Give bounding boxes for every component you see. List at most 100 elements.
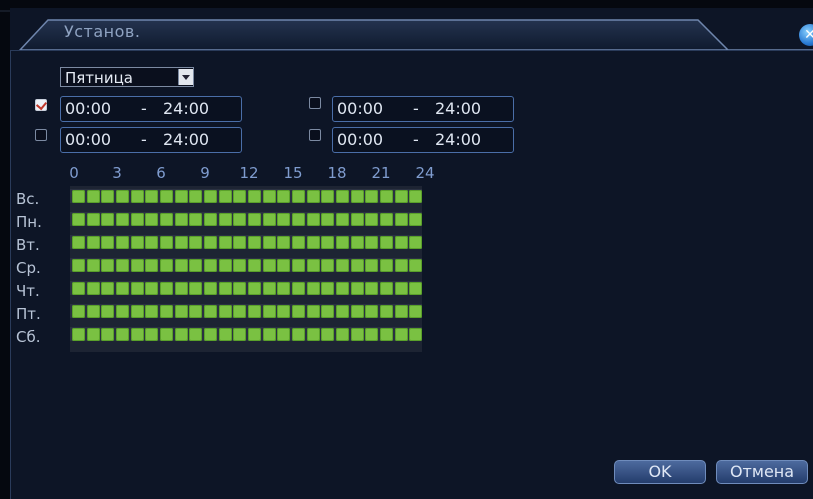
- schedule-slot[interactable]: [307, 259, 320, 272]
- schedule-slot[interactable]: [145, 236, 158, 249]
- schedule-slot[interactable]: [409, 328, 422, 341]
- schedule-slot[interactable]: [365, 282, 378, 295]
- schedule-slot[interactable]: [72, 190, 85, 203]
- schedule-slot[interactable]: [336, 236, 349, 249]
- schedule-slot[interactable]: [145, 282, 158, 295]
- schedule-slot[interactable]: [307, 305, 320, 318]
- schedule-slot[interactable]: [175, 328, 188, 341]
- period-3-start[interactable]: 00:00: [337, 97, 383, 121]
- schedule-slot[interactable]: [380, 190, 393, 203]
- schedule-slot[interactable]: [160, 190, 173, 203]
- schedule-slot[interactable]: [351, 328, 364, 341]
- schedule-slot[interactable]: [277, 282, 290, 295]
- schedule-slot[interactable]: [204, 213, 217, 226]
- schedule-slot[interactable]: [248, 282, 261, 295]
- schedule-slot[interactable]: [101, 190, 114, 203]
- schedule-slot[interactable]: [131, 282, 144, 295]
- schedule-slot[interactable]: [87, 236, 100, 249]
- schedule-slot[interactable]: [365, 236, 378, 249]
- schedule-slot[interactable]: [145, 213, 158, 226]
- schedule-slot[interactable]: [233, 328, 246, 341]
- schedule-slot[interactable]: [116, 213, 129, 226]
- schedule-slot[interactable]: [219, 328, 232, 341]
- schedule-slot[interactable]: [204, 259, 217, 272]
- ok-button[interactable]: OK: [614, 460, 706, 484]
- schedule-slot[interactable]: [263, 282, 276, 295]
- schedule-slot[interactable]: [189, 236, 202, 249]
- schedule-slot[interactable]: [277, 305, 290, 318]
- schedule-slot[interactable]: [380, 236, 393, 249]
- schedule-slot[interactable]: [395, 236, 408, 249]
- schedule-slot[interactable]: [248, 305, 261, 318]
- schedule-slot[interactable]: [101, 305, 114, 318]
- schedule-slot[interactable]: [233, 213, 246, 226]
- schedule-slot[interactable]: [101, 259, 114, 272]
- schedule-slot[interactable]: [87, 259, 100, 272]
- schedule-slot[interactable]: [219, 305, 232, 318]
- schedule-slot[interactable]: [336, 282, 349, 295]
- schedule-slot[interactable]: [307, 328, 320, 341]
- schedule-slot[interactable]: [277, 190, 290, 203]
- schedule-slot[interactable]: [160, 282, 173, 295]
- schedule-slot[interactable]: [409, 305, 422, 318]
- period-4-time-range[interactable]: 00:00 - 24:00: [332, 127, 514, 153]
- schedule-slot[interactable]: [409, 236, 422, 249]
- schedule-slot[interactable]: [160, 259, 173, 272]
- schedule-slot[interactable]: [292, 305, 305, 318]
- schedule-slot[interactable]: [72, 213, 85, 226]
- schedule-slot[interactable]: [277, 213, 290, 226]
- period-2-end[interactable]: 24:00: [163, 128, 209, 152]
- period-4-checkbox[interactable]: [309, 129, 321, 141]
- schedule-slot[interactable]: [145, 259, 158, 272]
- schedule-slot[interactable]: [87, 190, 100, 203]
- schedule-slot[interactable]: [351, 190, 364, 203]
- schedule-slot[interactable]: [395, 328, 408, 341]
- chevron-down-icon[interactable]: [178, 69, 193, 85]
- schedule-slot[interactable]: [292, 190, 305, 203]
- schedule-slot[interactable]: [277, 236, 290, 249]
- schedule-slot[interactable]: [248, 190, 261, 203]
- schedule-slot[interactable]: [351, 305, 364, 318]
- schedule-slot[interactable]: [189, 305, 202, 318]
- schedule-slot[interactable]: [116, 305, 129, 318]
- schedule-slot[interactable]: [307, 213, 320, 226]
- schedule-slot[interactable]: [116, 190, 129, 203]
- schedule-slot[interactable]: [116, 328, 129, 341]
- schedule-slot[interactable]: [380, 328, 393, 341]
- schedule-slot[interactable]: [263, 305, 276, 318]
- schedule-slot[interactable]: [204, 190, 217, 203]
- schedule-slot[interactable]: [233, 305, 246, 318]
- schedule-slot[interactable]: [336, 213, 349, 226]
- schedule-slot[interactable]: [292, 328, 305, 341]
- schedule-slot[interactable]: [189, 259, 202, 272]
- schedule-slot[interactable]: [321, 259, 334, 272]
- schedule-slot[interactable]: [365, 328, 378, 341]
- schedule-slot[interactable]: [321, 328, 334, 341]
- schedule-slot[interactable]: [263, 259, 276, 272]
- schedule-slot[interactable]: [395, 259, 408, 272]
- schedule-slot[interactable]: [409, 190, 422, 203]
- schedule-slot[interactable]: [292, 282, 305, 295]
- schedule-slot[interactable]: [292, 213, 305, 226]
- schedule-slot[interactable]: [131, 305, 144, 318]
- period-4-start[interactable]: 00:00: [337, 128, 383, 152]
- schedule-slot[interactable]: [101, 328, 114, 341]
- schedule-slot[interactable]: [87, 282, 100, 295]
- schedule-slot[interactable]: [204, 328, 217, 341]
- schedule-slot[interactable]: [395, 190, 408, 203]
- schedule-slot[interactable]: [175, 305, 188, 318]
- schedule-slot[interactable]: [219, 236, 232, 249]
- schedule-slot[interactable]: [321, 236, 334, 249]
- schedule-slot[interactable]: [380, 305, 393, 318]
- schedule-slot[interactable]: [321, 213, 334, 226]
- schedule-slot[interactable]: [321, 282, 334, 295]
- schedule-slot[interactable]: [219, 259, 232, 272]
- schedule-slot[interactable]: [233, 236, 246, 249]
- schedule-slot[interactable]: [263, 236, 276, 249]
- period-2-start[interactable]: 00:00: [65, 128, 111, 152]
- schedule-slot[interactable]: [336, 328, 349, 341]
- schedule-slot[interactable]: [175, 259, 188, 272]
- schedule-slot[interactable]: [189, 213, 202, 226]
- period-3-time-range[interactable]: 00:00 - 24:00: [332, 96, 514, 122]
- schedule-slot[interactable]: [248, 236, 261, 249]
